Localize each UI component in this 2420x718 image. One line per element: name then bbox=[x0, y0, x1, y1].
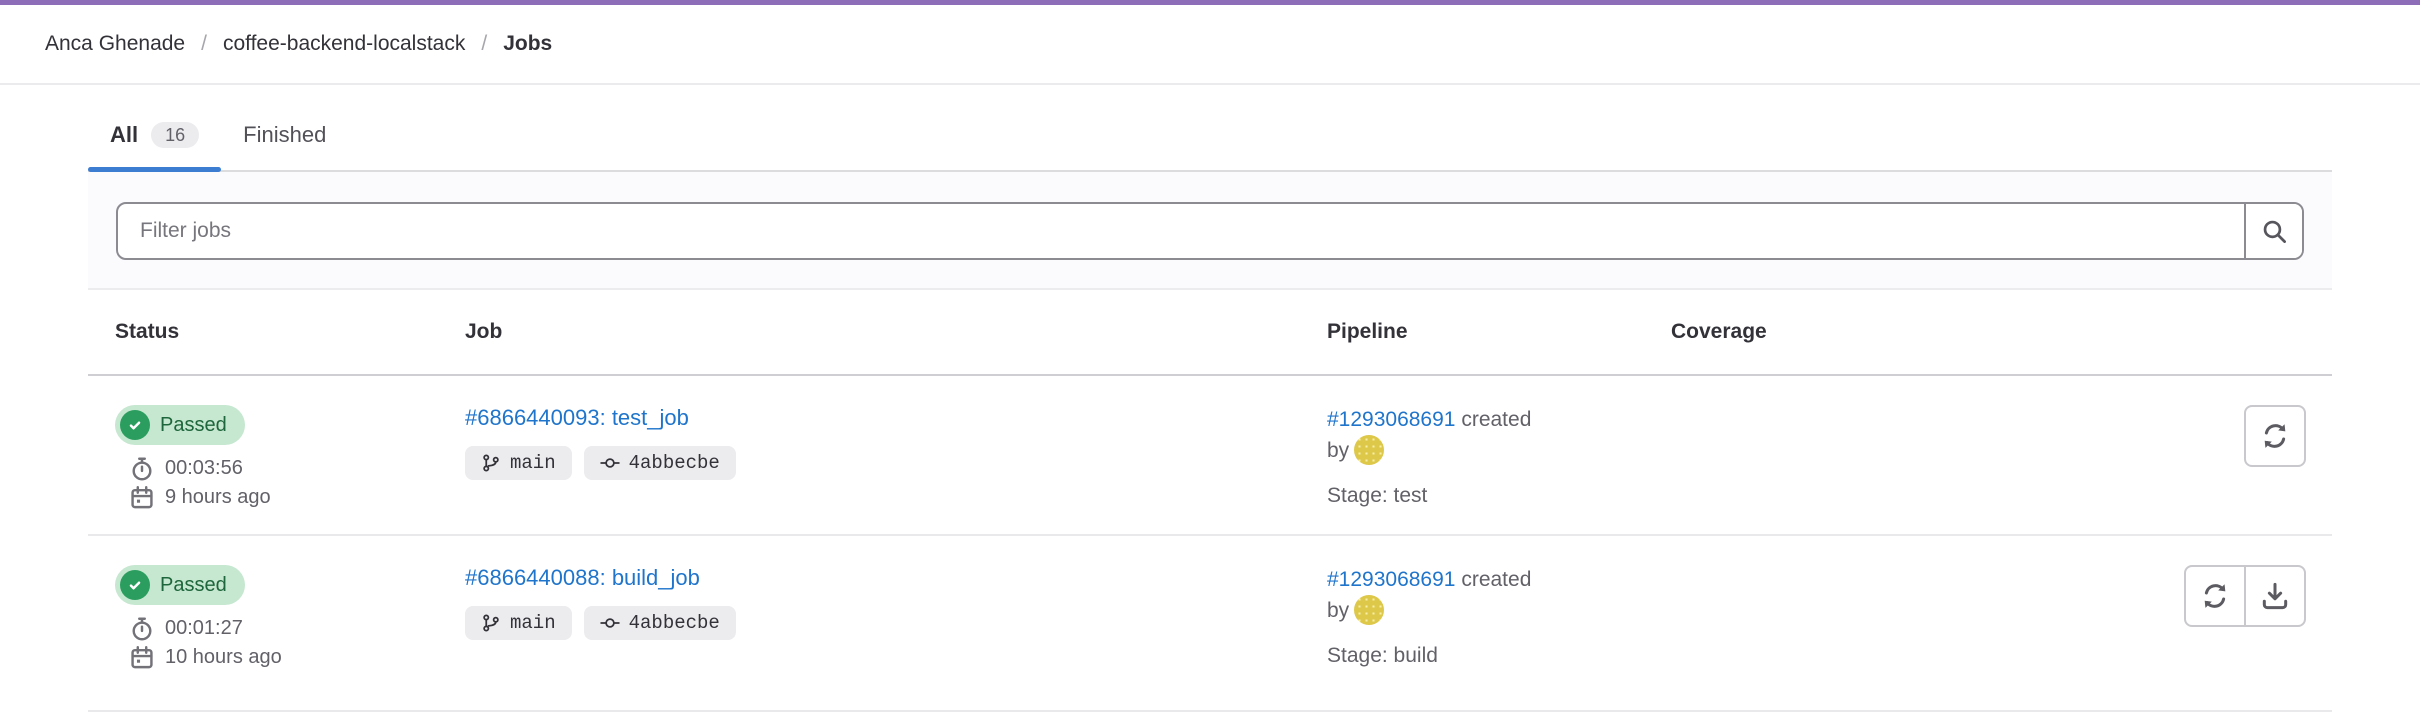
search-button[interactable] bbox=[2244, 204, 2302, 258]
job-link[interactable]: #6866440093: test_job bbox=[465, 405, 689, 431]
branch-label: main bbox=[510, 612, 556, 634]
commit-sha-label: 4abbecbe bbox=[629, 612, 720, 634]
retry-icon bbox=[2260, 421, 2290, 451]
retry-icon bbox=[2200, 581, 2230, 611]
job-link[interactable]: #6866440088: build_job bbox=[465, 565, 700, 591]
breadcrumb: Anca Ghenade / coffee-backend-localstack… bbox=[0, 5, 2420, 85]
pipeline-link[interactable]: #1293068691 bbox=[1327, 408, 1455, 431]
branch-icon bbox=[481, 453, 501, 473]
job-row: Passed 00:01:27 bbox=[88, 536, 2332, 712]
retry-button[interactable] bbox=[2244, 405, 2306, 467]
pipeline-cell: #1293068691 created by Stage: test bbox=[1327, 405, 1671, 534]
table-header-pipeline: Pipeline bbox=[1327, 320, 1671, 344]
pipeline-stage-label: Stage: test bbox=[1327, 484, 1671, 508]
check-circle-icon bbox=[120, 570, 150, 600]
breadcrumb-link-user[interactable]: Anca Ghenade bbox=[45, 32, 185, 56]
download-icon bbox=[2260, 581, 2290, 611]
job-duration: 00:03:56 bbox=[165, 457, 243, 480]
commit-icon bbox=[600, 453, 620, 473]
commit-sha-label: 4abbecbe bbox=[629, 452, 720, 474]
filter-input-group bbox=[116, 202, 2304, 260]
tab-all-label: All bbox=[110, 122, 138, 148]
status-cell: Passed 00:03:56 bbox=[115, 405, 465, 534]
status-cell: Passed 00:01:27 bbox=[115, 565, 465, 710]
breadcrumb-link-project[interactable]: coffee-backend-localstack bbox=[223, 32, 465, 56]
status-meta: 00:03:56 9 hours ago bbox=[129, 454, 465, 512]
row-actions-button-group bbox=[2184, 565, 2306, 627]
search-icon bbox=[2261, 218, 2288, 245]
breadcrumb-current-page: Jobs bbox=[503, 32, 552, 56]
branch-icon bbox=[481, 613, 501, 633]
table-header-status: Status bbox=[115, 320, 465, 344]
status-badge-label: Passed bbox=[160, 414, 227, 437]
job-row: Passed 00:03:56 bbox=[88, 376, 2332, 536]
pipeline-link[interactable]: #1293068691 bbox=[1327, 568, 1455, 591]
breadcrumb-separator: / bbox=[481, 32, 487, 56]
commit-icon bbox=[600, 613, 620, 633]
job-cell: #6866440088: build_job main bbox=[465, 565, 1327, 710]
user-avatar[interactable] bbox=[1354, 435, 1384, 465]
row-actions bbox=[1989, 565, 2332, 710]
job-refs: main 4abbecbe bbox=[465, 606, 1327, 640]
download-artifacts-button[interactable] bbox=[2244, 565, 2306, 627]
table-header-row: Status Job Pipeline Coverage bbox=[88, 290, 2332, 376]
timer-icon bbox=[129, 456, 155, 482]
breadcrumb-separator: / bbox=[201, 32, 207, 56]
coverage-cell bbox=[1671, 565, 1989, 710]
check-circle-icon bbox=[120, 410, 150, 440]
job-duration: 00:01:27 bbox=[165, 617, 243, 640]
filter-panel bbox=[88, 172, 2332, 290]
tab-all-count-badge: 16 bbox=[151, 122, 199, 148]
job-age: 10 hours ago bbox=[165, 646, 282, 669]
filter-jobs-input[interactable] bbox=[118, 204, 2244, 258]
branch-chip[interactable]: main bbox=[465, 606, 572, 640]
jobs-tabs: All 16 Finished bbox=[88, 100, 2332, 172]
status-meta: 00:01:27 10 hours ago bbox=[129, 614, 465, 672]
calendar-icon bbox=[129, 485, 155, 511]
tab-finished-label: Finished bbox=[243, 122, 326, 148]
tab-finished[interactable]: Finished bbox=[221, 100, 348, 170]
status-badge-label: Passed bbox=[160, 574, 227, 597]
table-header-job: Job bbox=[465, 320, 1327, 344]
timer-icon bbox=[129, 616, 155, 642]
commit-chip[interactable]: 4abbecbe bbox=[584, 446, 736, 480]
branch-chip[interactable]: main bbox=[465, 446, 572, 480]
row-actions bbox=[1989, 405, 2332, 534]
pipeline-stage-label: Stage: build bbox=[1327, 644, 1671, 668]
commit-chip[interactable]: 4abbecbe bbox=[584, 606, 736, 640]
coverage-cell bbox=[1671, 405, 1989, 534]
jobs-page: All 16 Finished Status Job Pipeline Cove… bbox=[88, 100, 2332, 712]
calendar-icon bbox=[129, 645, 155, 671]
tab-all[interactable]: All 16 bbox=[88, 100, 221, 170]
job-refs: main 4abbecbe bbox=[465, 446, 1327, 480]
job-age: 9 hours ago bbox=[165, 486, 271, 509]
status-badge: Passed bbox=[115, 405, 245, 445]
status-badge: Passed bbox=[115, 565, 245, 605]
job-cell: #6866440093: test_job main bbox=[465, 405, 1327, 534]
branch-label: main bbox=[510, 452, 556, 474]
pipeline-cell: #1293068691 created by Stage: build bbox=[1327, 565, 1671, 710]
table-header-coverage: Coverage bbox=[1671, 320, 1989, 344]
user-avatar[interactable] bbox=[1354, 595, 1384, 625]
retry-button[interactable] bbox=[2184, 565, 2246, 627]
